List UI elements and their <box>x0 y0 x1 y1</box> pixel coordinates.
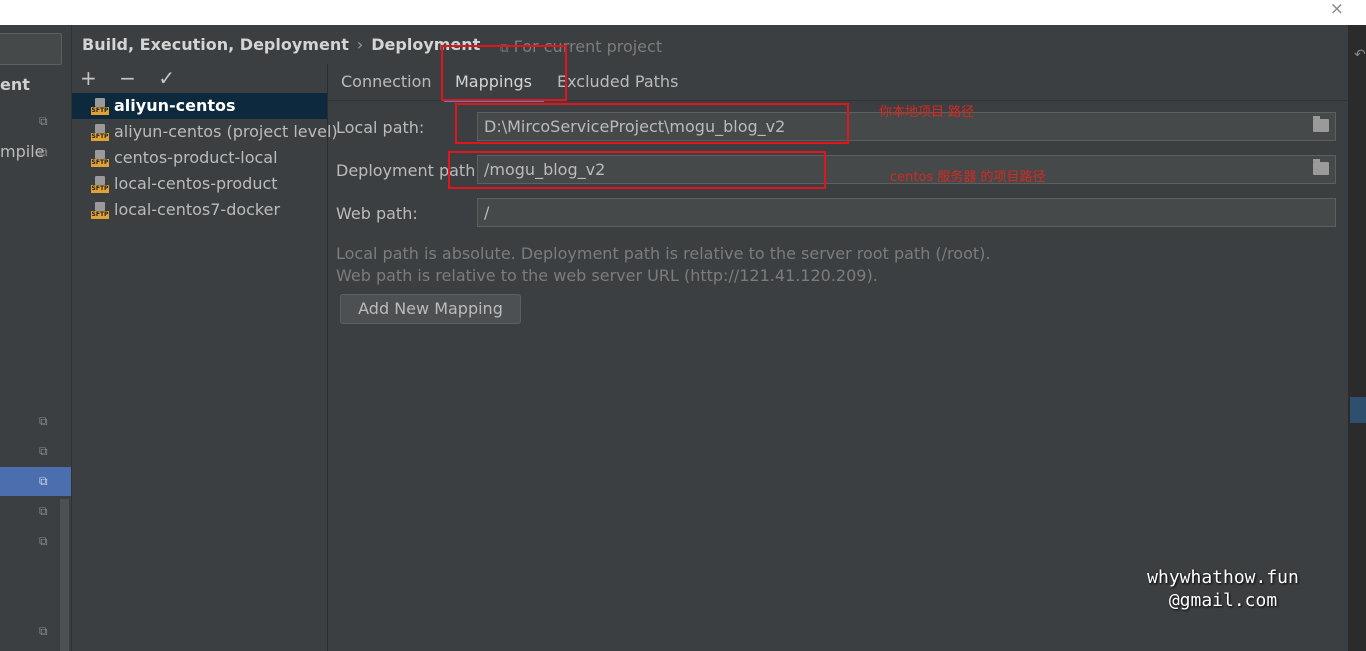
sftp-icon: SFTP <box>91 176 109 193</box>
back-arrow-icon[interactable]: ↶ <box>1354 47 1366 63</box>
project-scope-icon: ⧉ <box>39 474 48 488</box>
server-item[interactable]: SFTP local-centos7-docker <box>72 197 327 223</box>
annotation-box <box>448 151 826 189</box>
server-name: centos-product-local <box>114 148 278 167</box>
breadcrumb: Build, Execution, Deployment › Deployment <box>82 35 480 55</box>
annotation-box <box>441 45 567 101</box>
right-edge-panel: ↶ <box>1348 25 1366 651</box>
project-scope-icon: ⧉ <box>39 504 48 518</box>
project-scope-icon: ⧉ <box>39 145 48 159</box>
web-path-value: / <box>484 203 490 222</box>
sftp-icon: SFTP <box>91 98 109 115</box>
watermark: whywhathow.fun @gmail.com <box>1143 566 1303 612</box>
close-icon[interactable]: × <box>1330 0 1344 19</box>
server-item[interactable]: SFTP centos-product-local <box>72 145 327 171</box>
add-icon[interactable]: + <box>80 66 97 90</box>
check-icon[interactable]: ✓ <box>158 66 175 90</box>
web-path-label: Web path: <box>336 204 418 223</box>
tree-label-deployment[interactable]: ent <box>0 75 30 94</box>
server-name: aliyun-centos <box>114 96 236 115</box>
folder-icon[interactable] <box>1313 116 1329 132</box>
tree-scrollbar[interactable] <box>60 499 69 651</box>
server-item[interactable]: SFTP aliyun-centos (project level) <box>72 119 338 145</box>
web-path-field[interactable]: / <box>477 198 1336 227</box>
project-scope-icon: ⧉ <box>39 534 48 548</box>
remove-icon[interactable]: − <box>119 66 136 90</box>
sftp-icon: SFTP <box>91 124 109 141</box>
tree-selected-item[interactable] <box>0 467 71 496</box>
project-scope-icon: ⧉ <box>39 114 48 128</box>
tab-connection[interactable]: Connection <box>341 72 432 91</box>
tree-label-compile[interactable]: mpile <box>0 142 44 161</box>
server-item[interactable]: SFTP local-centos-product <box>72 171 327 197</box>
project-scope-icon: ⧉ <box>39 414 48 428</box>
server-name: local-centos-product <box>114 174 278 193</box>
divider <box>327 64 328 651</box>
watermark-line: whywhathow.fun <box>1147 567 1299 588</box>
breadcrumb-separator: › <box>356 35 364 54</box>
server-list: SFTP aliyun-centos SFTP aliyun-centos (p… <box>72 93 338 223</box>
server-item[interactable]: SFTP aliyun-centos <box>72 93 327 119</box>
sftp-icon: SFTP <box>91 202 109 219</box>
annotation-local-note: 你本地项目 路径 <box>879 105 975 120</box>
add-new-mapping-button[interactable]: Add New Mapping <box>340 294 521 324</box>
window-titlebar: × <box>0 0 1366 25</box>
folder-icon[interactable] <box>1313 159 1329 175</box>
right-edge-selection <box>1350 397 1366 423</box>
server-name: aliyun-centos (project level) <box>114 122 338 141</box>
project-scope-icon: ⧉ <box>39 444 48 458</box>
local-path-label: Local path: <box>336 118 425 137</box>
breadcrumb-parent: Build, Execution, Deployment <box>82 35 349 54</box>
help-text-line: Local path is absolute. Deployment path … <box>336 244 991 263</box>
annotation-deploy-note: centos 服务器 的项目路径 <box>890 170 1046 185</box>
server-list-toolbar: + − ✓ <box>80 66 191 90</box>
sftp-icon: SFTP <box>91 150 109 167</box>
tab-excluded-paths[interactable]: Excluded Paths <box>557 72 678 91</box>
help-text-line: Web path is relative to the web server U… <box>336 266 878 285</box>
settings-tree-strip: ent ⧉ mpile ⧉ ⧉ ⧉ ⧉ ⧉ ⧉ ⧉ <box>0 25 71 651</box>
annotation-box <box>455 103 849 144</box>
settings-search-input[interactable] <box>0 33 62 65</box>
server-name: local-centos7-docker <box>114 200 281 219</box>
watermark-line: @gmail.com <box>1168 590 1278 611</box>
project-scope-icon: ⧉ <box>39 624 48 638</box>
